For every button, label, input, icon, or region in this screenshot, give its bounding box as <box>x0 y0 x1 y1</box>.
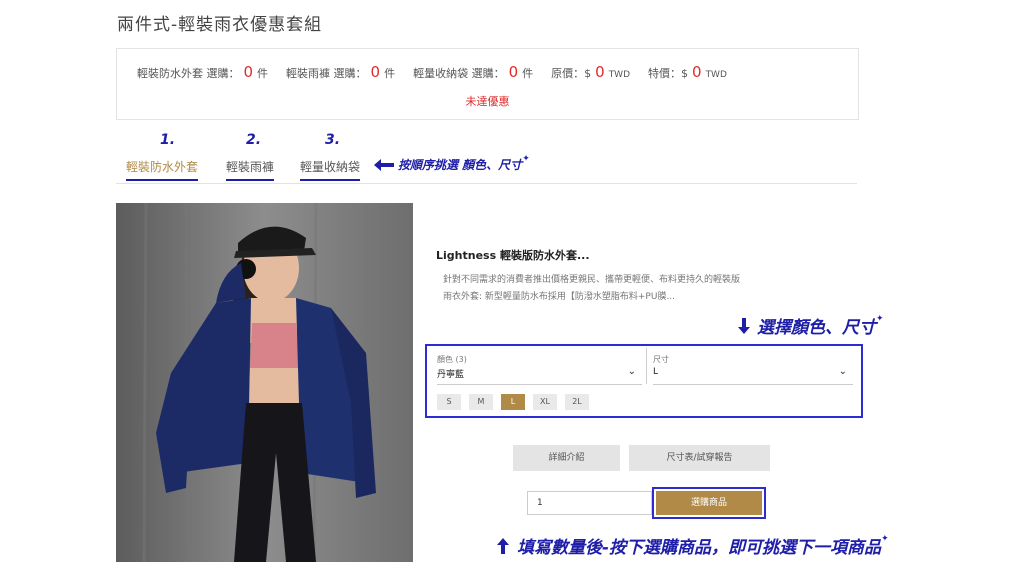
quantity-input[interactable]: 1 <box>527 491 652 515</box>
summary-original-price: 原價：$ 0 TWD <box>551 63 630 81</box>
variant-selector-panel: 顏色 (3) 丹寧藍 ⌄ 尺寸 L ⌄ S M L XL 2L <box>425 344 863 418</box>
original-price-value: 0 <box>595 63 605 81</box>
select-hint: 選擇顏色、尺寸 ✦ <box>738 313 884 338</box>
select-divider <box>646 348 647 384</box>
special-price-value: 0 <box>692 63 702 81</box>
currency-label: TWD <box>608 70 631 80</box>
arrow-left-icon <box>374 158 394 171</box>
chevron-down-icon: ⌄ <box>838 366 847 377</box>
size-select-label: 尺寸 <box>653 355 669 364</box>
tabs-hint-text: 按順序挑選 顏色、尺寸 <box>398 158 523 172</box>
sparkle-icon: ✦ <box>881 533 889 544</box>
summary-bag: 輕量收納袋 選購： 0 件 <box>413 63 533 81</box>
bundle-summary-panel: 輕裝防水外套 選購： 0 件 輕裝雨褲 選購： 0 件 輕量收納袋 選購： 0 件 原價：$… <box>116 48 859 120</box>
size-select[interactable]: 尺寸 L ⌄ <box>653 354 853 385</box>
summary-unit: 件 <box>384 67 396 80</box>
size-select-value: L <box>653 367 659 377</box>
tabs-hint: 按順序挑選 顏色、尺寸 ✦ <box>374 153 530 173</box>
product-description: 針對不同需求的消費者推出價格更親民、攜帶更輕便、布料更持久的輕裝版雨衣外套: 新… <box>443 275 741 302</box>
buy-button-label: 選購商品 <box>656 491 762 515</box>
select-hint-text: 選擇顏色、尺寸 <box>757 318 876 338</box>
page-title: 兩件式-輕裝雨衣優惠套組 <box>117 15 323 35</box>
summary-unit: 件 <box>522 67 534 80</box>
details-button[interactable]: 詳細介紹 <box>513 445 620 471</box>
size-option-s[interactable]: S <box>437 394 461 410</box>
buy-hint: 填寫數量後-按下選購商品，即可挑選下一項商品 ✦ <box>497 533 889 558</box>
tab-jacket[interactable]: 輕裝防水外套 <box>126 158 199 181</box>
bundle-summary-row: 輕裝防水外套 選購： 0 件 輕裝雨褲 選購： 0 件 輕量收納袋 選購： 0 件 原價：$… <box>137 63 745 81</box>
currency-label: TWD <box>705 70 727 80</box>
product-photo <box>116 203 413 562</box>
step-number-3: 3. <box>325 132 341 148</box>
summary-count: 0 <box>508 63 519 81</box>
size-option-2l[interactable]: 2L <box>565 394 589 410</box>
summary-pants: 輕裝雨褲 選購： 0 件 <box>286 63 395 81</box>
size-option-l[interactable]: L <box>501 394 525 410</box>
buy-hint-text: 填寫數量後-按下選購商品，即可挑選下一項商品 <box>517 538 882 558</box>
arrow-down-icon <box>738 317 750 334</box>
tab-pants[interactable]: 輕裝雨褲 <box>226 158 275 181</box>
color-select-label: 顏色 (3) <box>437 355 467 364</box>
summary-jacket: 輕裝防水外套 選購： 0 件 <box>137 63 268 81</box>
summary-label: 輕裝雨褲 選購： <box>286 67 367 80</box>
step-number-1: 1. <box>160 132 176 148</box>
product-title: Lightness 輕裝版防水外套... <box>436 249 590 262</box>
step-number-2: 2. <box>246 132 262 148</box>
discount-status: 未達優惠 <box>465 95 510 108</box>
original-price-label: 原價：$ <box>551 67 592 80</box>
arrow-up-icon <box>497 537 509 554</box>
sparkle-icon: ✦ <box>876 313 884 324</box>
summary-special-price: 特價：$ 0 TWD <box>648 63 727 81</box>
color-select[interactable]: 顏色 (3) 丹寧藍 ⌄ <box>437 354 642 385</box>
special-price-label: 特價：$ <box>648 67 689 80</box>
summary-count: 0 <box>370 63 381 81</box>
summary-count: 0 <box>243 63 254 81</box>
size-option-xl[interactable]: XL <box>533 394 557 410</box>
summary-label: 輕裝防水外套 選購： <box>137 67 240 80</box>
tabs-divider <box>116 183 857 184</box>
summary-unit: 件 <box>257 67 269 80</box>
tab-bag[interactable]: 輕量收納袋 <box>300 158 361 181</box>
summary-label: 輕量收納袋 選購： <box>413 67 505 80</box>
sparkle-icon: ✦ <box>522 153 530 164</box>
color-select-value: 丹寧藍 <box>437 370 465 380</box>
chevron-down-icon: ⌄ <box>627 366 636 377</box>
buy-button[interactable]: 選購商品 <box>652 487 766 519</box>
size-chart-button[interactable]: 尺寸表/試穿報告 <box>629 445 770 471</box>
size-option-m[interactable]: M <box>469 394 493 410</box>
